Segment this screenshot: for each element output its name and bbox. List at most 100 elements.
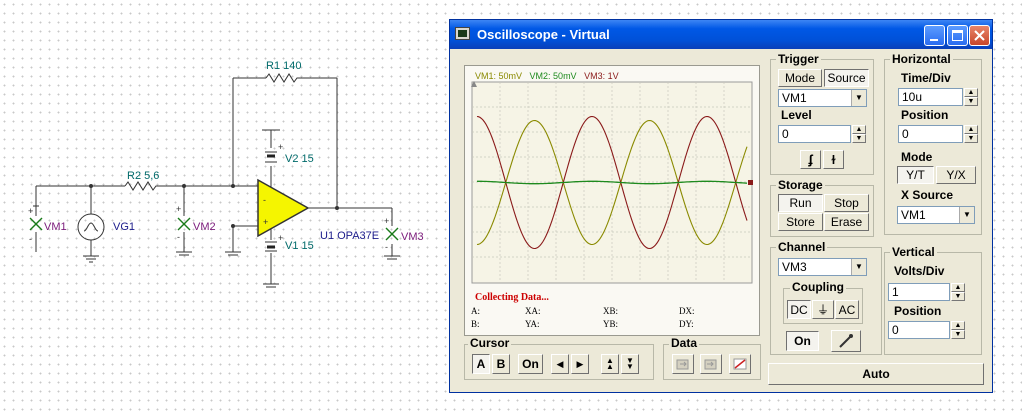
time-div-label: Time/Div <box>901 71 951 85</box>
ground-icon: ⏚ <box>816 303 829 317</box>
trigger-source-value: VM1 <box>782 91 807 105</box>
mode-yx-button[interactable]: Y/X <box>936 166 976 184</box>
chevron-down-icon[interactable]: ▼ <box>851 259 866 275</box>
trigger-falling-button[interactable]: ɫ <box>823 150 844 169</box>
coupling-ac-button[interactable]: AC <box>835 300 859 319</box>
r2-label: R2 5,6 <box>127 170 160 182</box>
coupling-title: Coupling <box>790 280 846 294</box>
h-position-input[interactable]: 0 <box>898 125 963 143</box>
trigger-level-input[interactable]: 0 <box>778 125 851 143</box>
triangle-left-icon: ◀ <box>556 358 564 369</box>
data-clear-button[interactable] <box>729 354 751 374</box>
svg-text:+: + <box>28 206 33 216</box>
cursor-a-button[interactable]: A <box>472 354 490 374</box>
vg1-label: VG1 <box>113 221 136 233</box>
storage-erase-button[interactable]: Erase <box>824 213 869 231</box>
h-position-spinner[interactable]: ▲ ▼ <box>964 125 978 143</box>
probe-icon <box>839 334 853 348</box>
double-up-icon: ▲ ▲ <box>606 356 614 371</box>
triangle-right-icon: ▶ <box>576 358 584 369</box>
chevron-down-icon[interactable]: ▼ <box>959 207 974 223</box>
clear-icon <box>733 358 747 370</box>
storage-stop-button[interactable]: Stop <box>824 194 869 212</box>
trigger-level-label: Level <box>781 108 812 122</box>
svg-text:+: + <box>176 204 181 214</box>
volts-div-label: Volts/Div <box>894 264 945 278</box>
mode-yt-button[interactable]: Y/T <box>897 166 934 184</box>
v-position-input[interactable]: 0 <box>888 321 950 339</box>
coupling-dc-button[interactable]: DC <box>787 300 811 319</box>
x-source-select[interactable]: VM1 ▼ <box>897 206 975 224</box>
oscilloscope-window: Oscilloscope - Virtual VM1: 50mV VM2: 50… <box>449 19 993 393</box>
title-bar[interactable]: Oscilloscope - Virtual <box>450 20 992 49</box>
spin-down-icon[interactable]: ▼ <box>951 292 965 301</box>
vm3-label: VM3 <box>401 231 424 243</box>
v-position-spinner[interactable]: ▲ ▼ <box>951 321 965 339</box>
channel-select[interactable]: VM3 ▼ <box>778 258 867 276</box>
svg-text:-: - <box>385 242 388 252</box>
storage-store-button[interactable]: Store <box>778 213 823 231</box>
coupling-ground-button[interactable]: ⏚ <box>812 300 834 319</box>
readout-b: B: <box>471 319 480 329</box>
trigger-source-button[interactable]: Source <box>824 69 869 87</box>
trigger-rising-button[interactable]: ʄ <box>800 150 821 169</box>
channel-on-button[interactable]: On <box>786 331 819 351</box>
spin-down-icon[interactable]: ▼ <box>964 97 978 106</box>
data-title: Data <box>669 336 700 350</box>
scope-display: VM1: 50mV VM2: 50mV VM3: 1V Collecting D… <box>464 65 760 336</box>
close-button[interactable] <box>969 25 990 46</box>
auto-button[interactable]: Auto <box>768 363 984 385</box>
cursor-b-button[interactable]: B <box>492 354 510 374</box>
h-position-label: Position <box>901 108 949 122</box>
data-open-button[interactable] <box>672 354 694 374</box>
cursor-left-button[interactable]: ◀ <box>551 354 569 374</box>
readout-dy: DY: <box>679 319 694 329</box>
spin-down-icon[interactable]: ▼ <box>951 330 965 339</box>
vertical-title: Vertical <box>890 245 937 259</box>
cursor-down-button[interactable]: ▼ ▼ <box>621 354 639 374</box>
rising-edge-icon: ʄ <box>808 152 813 167</box>
spin-down-icon[interactable]: ▼ <box>852 134 866 143</box>
spin-up-icon[interactable]: ▲ <box>951 283 965 292</box>
spin-down-icon[interactable]: ▼ <box>964 134 978 143</box>
oscilloscope-icon <box>455 27 470 40</box>
v-position-label: Position <box>894 304 942 318</box>
chevron-down-icon[interactable]: ▼ <box>851 90 866 106</box>
spin-up-icon[interactable]: ▲ <box>964 88 978 97</box>
r1-label: R1 140 <box>266 60 302 72</box>
spin-up-icon[interactable]: ▲ <box>951 321 965 330</box>
cursor-right-button[interactable]: ▶ <box>571 354 589 374</box>
v2-label: V2 15 <box>285 153 314 165</box>
cursor-on-button[interactable]: On <box>518 354 543 374</box>
channel-title: Channel <box>776 240 828 254</box>
readout-xa: XA: <box>525 306 541 316</box>
time-div-input[interactable]: 10u <box>898 88 963 106</box>
readout-yb: YB: <box>603 319 619 329</box>
svg-text:+: + <box>384 216 389 226</box>
data-save-button[interactable] <box>700 354 722 374</box>
time-div-spinner[interactable]: ▲ ▼ <box>964 88 978 106</box>
trigger-level-spinner[interactable]: ▲ ▼ <box>852 125 866 143</box>
readout-xb: XB: <box>603 306 619 316</box>
waveform-plot <box>471 81 753 284</box>
trigger-mode-button[interactable]: Mode <box>778 69 822 87</box>
v1-label: V1 15 <box>285 240 314 252</box>
maximize-button[interactable] <box>947 25 968 46</box>
minimize-button[interactable] <box>924 25 945 46</box>
minimize-icon <box>930 39 938 41</box>
storage-run-button[interactable]: Run <box>778 194 823 212</box>
volts-div-input[interactable]: 1 <box>888 283 950 301</box>
channel-probe-button[interactable] <box>831 330 861 352</box>
circuit-schematic: + - + - + - - + + + <box>28 73 400 288</box>
cursor-up-button[interactable]: ▲ ▲ <box>601 354 619 374</box>
svg-text:+: + <box>278 233 283 243</box>
maximize-icon <box>952 30 963 41</box>
spin-up-icon[interactable]: ▲ <box>852 125 866 134</box>
volts-div-spinner[interactable]: ▲ ▼ <box>951 283 965 301</box>
vm2-label: VM2 <box>193 221 216 233</box>
storage-title: Storage <box>776 178 825 192</box>
channel-marker[interactable] <box>748 180 753 185</box>
spin-up-icon[interactable]: ▲ <box>964 125 978 134</box>
trigger-title: Trigger <box>776 52 821 66</box>
trigger-source-select[interactable]: VM1 ▼ <box>778 89 867 107</box>
